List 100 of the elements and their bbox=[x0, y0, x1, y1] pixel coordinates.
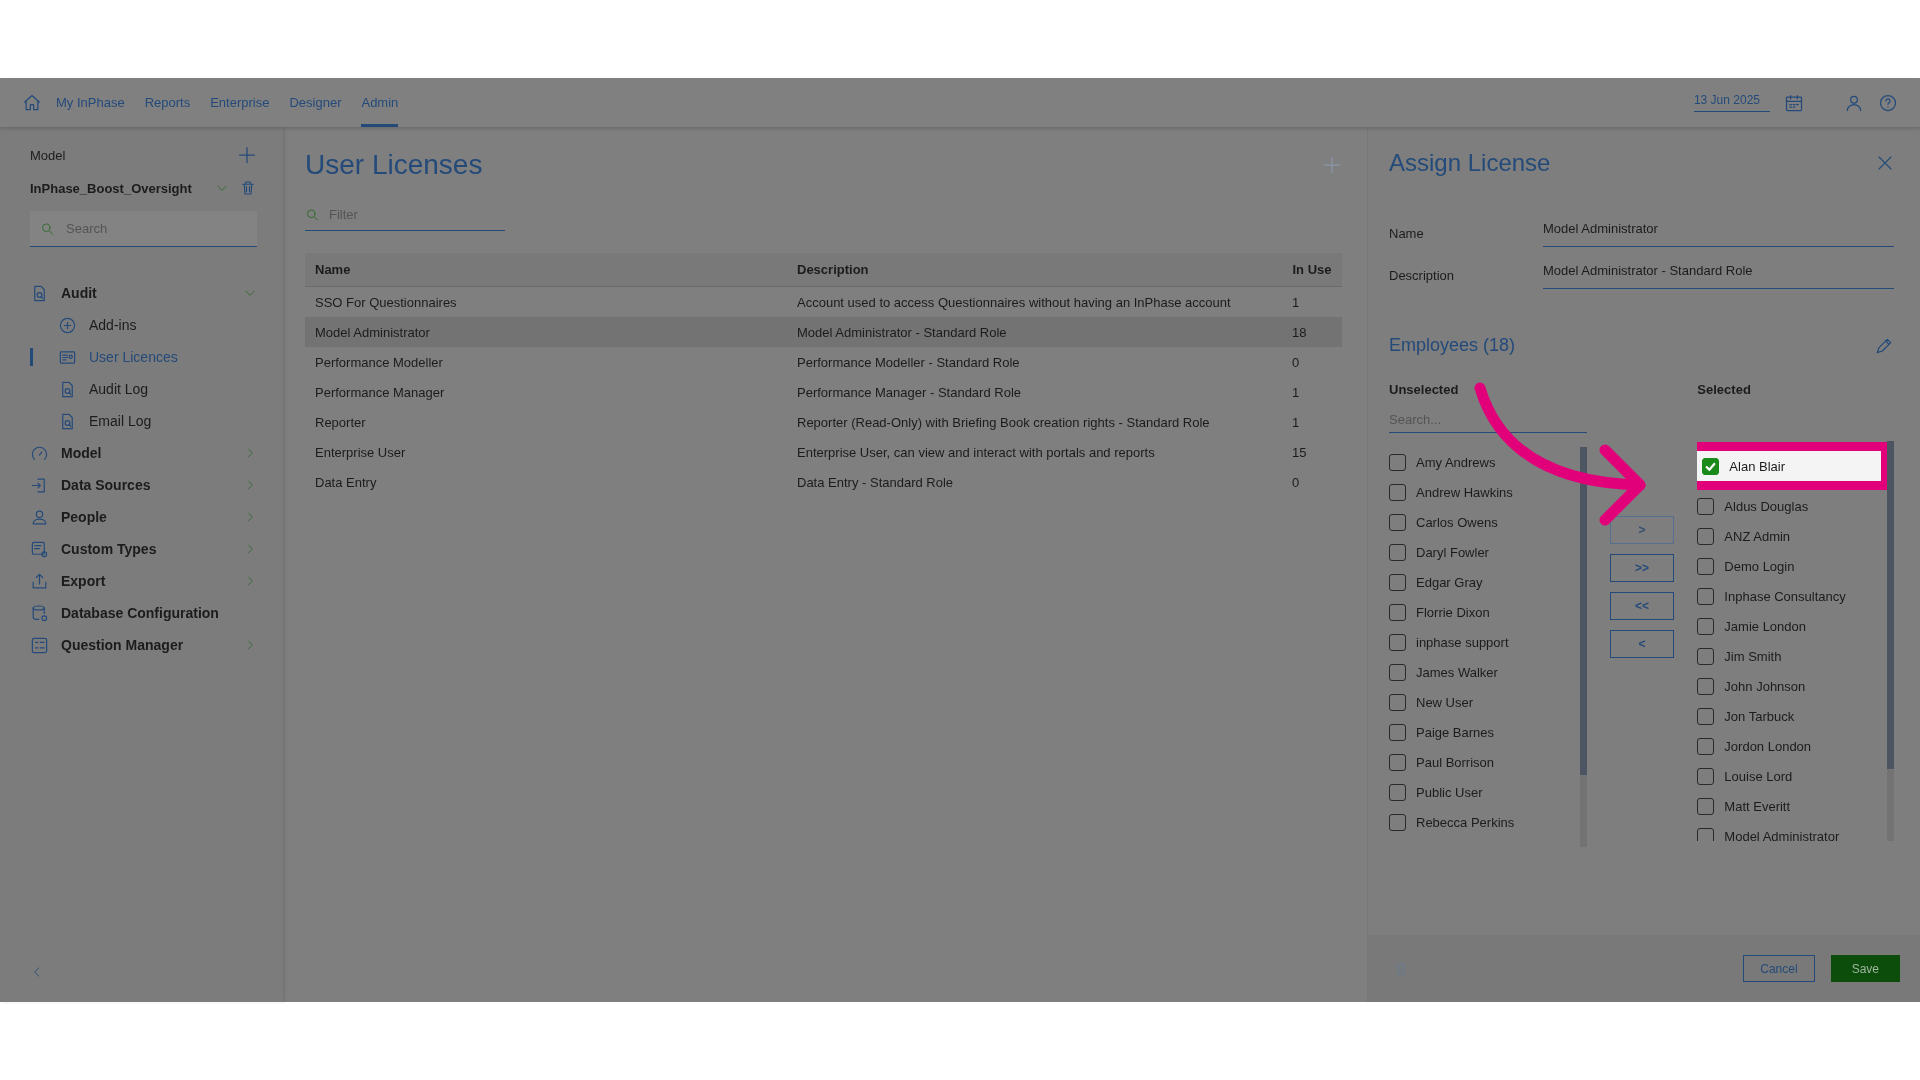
table-row[interactable]: Enterprise User Enterprise User, can view and interact with portals and reports 15 bbox=[305, 437, 1342, 467]
checkbox[interactable] bbox=[1389, 813, 1406, 831]
employee-item[interactable]: Aldus Douglas bbox=[1697, 491, 1887, 521]
employee-item[interactable]: ANZ Admin bbox=[1697, 521, 1887, 551]
employee-item[interactable]: Andrew Hawkins bbox=[1389, 477, 1580, 507]
sidebar-item[interactable]: Export bbox=[30, 565, 257, 597]
checkbox[interactable] bbox=[1389, 783, 1406, 801]
checkbox[interactable] bbox=[1697, 797, 1715, 815]
checkbox[interactable] bbox=[1697, 557, 1715, 575]
text-field[interactable]: Model Administrator bbox=[1543, 221, 1894, 247]
search-icon bbox=[40, 221, 55, 237]
checkbox[interactable] bbox=[1697, 677, 1715, 695]
nav-tab[interactable]: Designer bbox=[289, 78, 342, 127]
nav-tab[interactable]: Enterprise bbox=[210, 78, 270, 127]
search-icon bbox=[305, 207, 320, 223]
sidebar-subitem[interactable]: Email Log bbox=[30, 405, 257, 437]
sidebar-subitem[interactable]: Add-ins bbox=[30, 309, 257, 341]
employee-item[interactable]: Amy Andrews bbox=[1389, 447, 1580, 477]
trash-icon[interactable] bbox=[239, 179, 257, 197]
employee-item[interactable]: Florrie Dixon bbox=[1389, 597, 1580, 627]
transfer-button[interactable]: < bbox=[1610, 630, 1674, 658]
nav-tab[interactable]: My InPhase bbox=[56, 78, 125, 127]
save-button[interactable]: Save bbox=[1830, 955, 1900, 982]
checkbox[interactable] bbox=[1697, 617, 1715, 635]
checkbox[interactable] bbox=[1389, 543, 1406, 561]
employee-item[interactable]: Public User bbox=[1389, 777, 1580, 807]
checkbox[interactable] bbox=[1697, 827, 1715, 841]
checkbox[interactable] bbox=[1702, 457, 1720, 475]
scrollbar[interactable] bbox=[1887, 441, 1894, 841]
employee-item[interactable]: Jamie London bbox=[1697, 611, 1887, 641]
table-row[interactable]: Data Entry Data Entry - Standard Role 0 bbox=[305, 467, 1342, 497]
employee-item[interactable]: Louise Lord bbox=[1697, 761, 1887, 791]
employee-item[interactable]: Model Administrator bbox=[1697, 821, 1887, 841]
employee-item[interactable]: Edgar Gray bbox=[1389, 567, 1580, 597]
date-field[interactable]: 13 Jun 2025 bbox=[1693, 93, 1770, 112]
employee-item[interactable]: inphase support bbox=[1389, 627, 1580, 657]
field-label: Description bbox=[1389, 268, 1456, 285]
employee-item[interactable]: John Johnson bbox=[1697, 671, 1887, 701]
checkbox[interactable] bbox=[1697, 737, 1715, 755]
checkbox[interactable] bbox=[1389, 753, 1406, 771]
text-field[interactable]: Model Administrator - Standard Role bbox=[1543, 263, 1894, 289]
help-icon[interactable] bbox=[1878, 92, 1898, 113]
model-label: Model bbox=[30, 147, 66, 163]
nav-tab[interactable]: Admin bbox=[361, 78, 399, 127]
employee-item[interactable]: Demo Login bbox=[1697, 551, 1887, 581]
sidebar-item[interactable]: Database Configuration bbox=[30, 597, 257, 629]
employee-item[interactable]: James Walker bbox=[1389, 657, 1580, 687]
employee-item[interactable]: Carlos Owens bbox=[1389, 507, 1580, 537]
page-title: User Licenses bbox=[305, 149, 483, 181]
employee-item[interactable]: Jordon London bbox=[1697, 731, 1887, 761]
upload-icon bbox=[30, 571, 49, 591]
employee-item[interactable]: Rebecca Perkins bbox=[1389, 807, 1580, 837]
transfer-button[interactable]: << bbox=[1610, 592, 1674, 620]
sidebar-item[interactable]: People bbox=[30, 501, 257, 533]
table-row[interactable]: Performance Manager Performance Manager - Standard Role 1 bbox=[305, 377, 1342, 407]
employee-item[interactable]: New User bbox=[1389, 687, 1580, 717]
checkbox[interactable] bbox=[1697, 497, 1715, 515]
checkbox[interactable] bbox=[1389, 723, 1406, 741]
checkbox[interactable] bbox=[1389, 603, 1406, 621]
transfer-button[interactable]: >> bbox=[1610, 554, 1674, 582]
table-row[interactable]: Performance Modeller Performance Modeller - Standard Role 0 bbox=[305, 347, 1342, 377]
sidebar-item[interactable]: Question Manager bbox=[30, 629, 257, 661]
cancel-button[interactable]: Cancel bbox=[1743, 955, 1815, 982]
nav-tab[interactable]: Reports bbox=[144, 78, 191, 127]
checkbox[interactable] bbox=[1389, 663, 1406, 681]
table-row[interactable]: Reporter Reporter (Read-Only) with Briefing Book creation rights - Standard Role 1 bbox=[305, 407, 1342, 437]
checkbox[interactable] bbox=[1697, 647, 1715, 665]
sidebar-item[interactable]: Model bbox=[30, 437, 257, 469]
home-icon[interactable] bbox=[22, 92, 42, 113]
table-row[interactable]: Model Administrator Model Administrator - Standard Role 18 bbox=[305, 317, 1342, 347]
sidebar-item[interactable]: Custom Types bbox=[30, 533, 257, 565]
employee-item[interactable]: Paul Borrison bbox=[1389, 747, 1580, 777]
table-row[interactable]: SSO For Questionnaires Account used to access Questionnaires without having an InPhase account 1 bbox=[305, 287, 1342, 317]
checkbox[interactable] bbox=[1389, 633, 1406, 651]
calendar-icon[interactable] bbox=[1784, 92, 1804, 113]
checkbox[interactable] bbox=[1697, 707, 1715, 725]
sidebar-item[interactable]: Data Sources bbox=[30, 469, 257, 501]
sidebar-subitem[interactable]: Audit Log bbox=[30, 373, 257, 405]
checkbox[interactable] bbox=[1389, 453, 1406, 471]
close-icon[interactable] bbox=[1876, 154, 1894, 172]
employee-item[interactable]: Jon Tarbuck bbox=[1697, 701, 1887, 731]
plus-circle-icon bbox=[58, 315, 77, 335]
employee-item[interactable]: Daryl Fowler bbox=[1389, 537, 1580, 567]
checkbox[interactable] bbox=[1389, 483, 1406, 501]
checkbox[interactable] bbox=[1697, 767, 1715, 785]
checkbox[interactable] bbox=[1697, 527, 1715, 545]
sidebar-subitem[interactable]: User Licences bbox=[30, 341, 257, 373]
checkbox[interactable] bbox=[1389, 513, 1406, 531]
scrollbar[interactable] bbox=[1579, 447, 1587, 847]
employee-item[interactable]: Paige Barnes bbox=[1389, 717, 1580, 747]
checkbox[interactable] bbox=[1697, 587, 1715, 605]
checkbox[interactable] bbox=[1389, 573, 1406, 591]
employee-item[interactable]: Inphase Consultancy bbox=[1697, 581, 1887, 611]
checkbox[interactable] bbox=[1389, 693, 1406, 711]
employee-item[interactable]: Matt Everitt bbox=[1697, 791, 1887, 821]
sidebar-item[interactable]: Audit bbox=[30, 277, 257, 309]
employee-item[interactable]: Jim Smith bbox=[1697, 641, 1887, 671]
model-selector[interactable]: InPhase_Boost_Oversight bbox=[30, 180, 192, 196]
field-label: Name bbox=[1389, 226, 1425, 243]
column-label: Selected bbox=[1697, 382, 1752, 397]
